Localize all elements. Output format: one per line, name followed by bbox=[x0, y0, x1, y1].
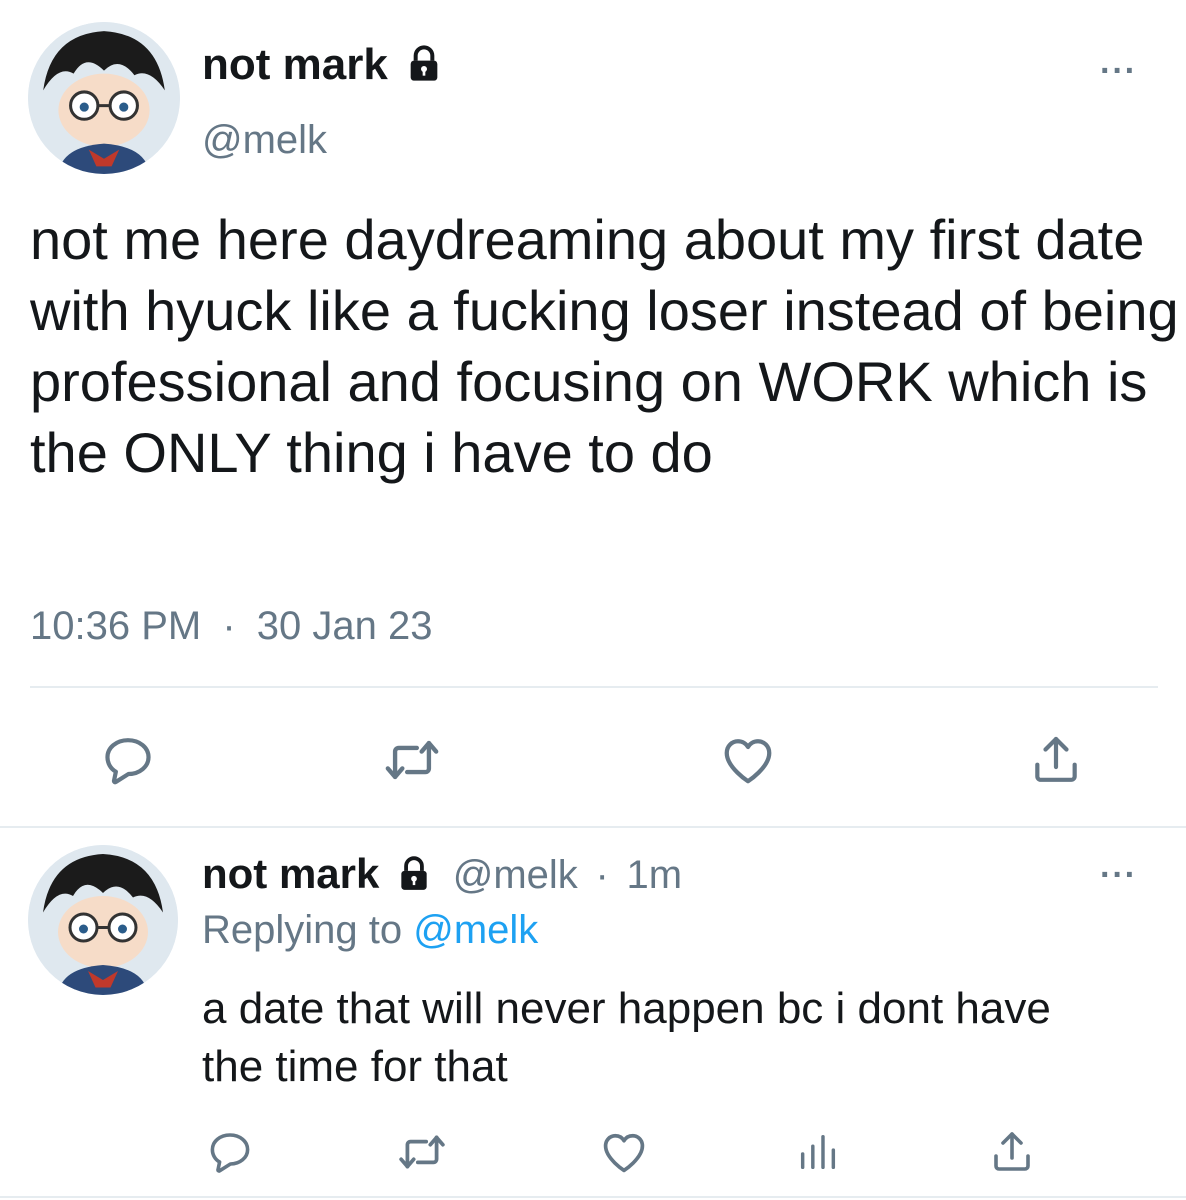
replying-to: Replying to @melk bbox=[202, 908, 538, 953]
share-button[interactable] bbox=[984, 1124, 1040, 1180]
retweet-icon bbox=[399, 1135, 445, 1169]
avatar-image bbox=[28, 845, 178, 995]
timestamp[interactable]: 10:36 PM · 30 Jan 23 bbox=[30, 604, 433, 649]
date: 30 Jan 23 bbox=[256, 604, 433, 648]
bar-chart-icon bbox=[800, 1134, 836, 1170]
speech-bubble-icon bbox=[105, 738, 151, 785]
reply-text: a date that will never happen bc i dont … bbox=[202, 984, 1051, 1091]
display-name[interactable]: not mark bbox=[202, 850, 379, 897]
tweet-separator bbox=[0, 826, 1186, 828]
replying-to-link[interactable]: @melk bbox=[413, 908, 538, 952]
retweet-button[interactable] bbox=[380, 730, 444, 790]
more-options-button[interactable]: ··· bbox=[1100, 52, 1137, 91]
like-button[interactable] bbox=[716, 730, 780, 790]
display-name[interactable]: not mark bbox=[202, 40, 444, 90]
share-button[interactable] bbox=[1024, 730, 1088, 790]
reply-button[interactable] bbox=[202, 1124, 258, 1180]
like-button[interactable] bbox=[596, 1124, 652, 1180]
heart-icon bbox=[603, 1133, 645, 1173]
divider bbox=[30, 686, 1158, 688]
reply-button[interactable] bbox=[96, 730, 160, 790]
separator: · bbox=[222, 604, 236, 648]
tweet-text: not me here daydreaming about my first d… bbox=[30, 208, 1179, 484]
handle[interactable]: @melk bbox=[202, 118, 327, 163]
avatar[interactable] bbox=[28, 845, 178, 995]
tweet-age[interactable]: 1m bbox=[626, 853, 682, 897]
share-icon bbox=[994, 1132, 1030, 1171]
handle[interactable]: @melk bbox=[453, 853, 578, 897]
separator: · bbox=[595, 853, 609, 897]
lock-icon bbox=[401, 856, 427, 890]
heart-icon bbox=[724, 739, 772, 784]
share-icon bbox=[1035, 736, 1077, 782]
retweet-icon bbox=[385, 740, 439, 780]
more-options-button[interactable]: ··· bbox=[1100, 856, 1137, 895]
display-name-text: not mark bbox=[202, 40, 388, 89]
analytics-button[interactable] bbox=[790, 1124, 846, 1180]
reply-header: not mark @melk · 1m bbox=[202, 850, 682, 898]
bottom-divider bbox=[0, 1196, 1186, 1198]
retweet-button[interactable] bbox=[394, 1124, 450, 1180]
speech-bubble-icon bbox=[210, 1133, 250, 1173]
time: 10:36 PM bbox=[30, 604, 202, 648]
ellipsis-icon: ··· bbox=[1100, 856, 1137, 894]
lock-icon bbox=[410, 45, 438, 82]
ellipsis-icon: ··· bbox=[1100, 52, 1137, 90]
avatar[interactable] bbox=[28, 22, 180, 174]
replying-prefix: Replying to bbox=[202, 908, 403, 952]
avatar-image bbox=[28, 22, 180, 174]
